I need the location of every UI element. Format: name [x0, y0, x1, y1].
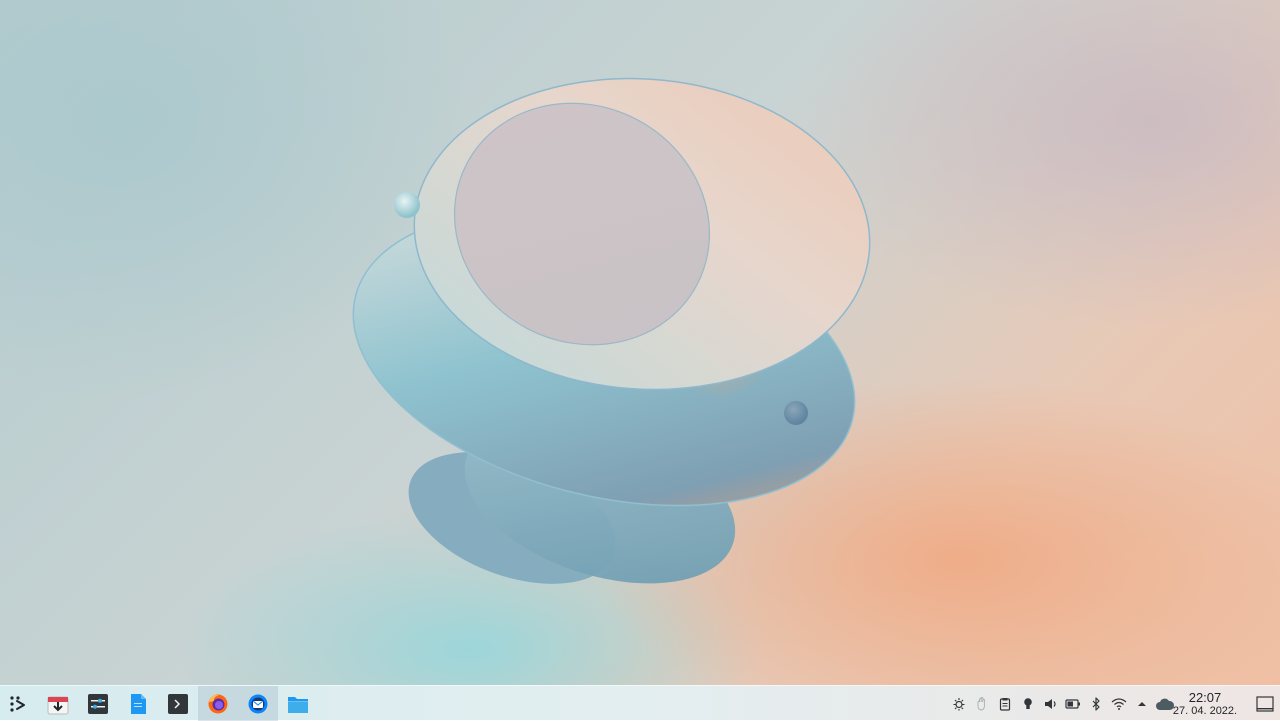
- digital-clock[interactable]: 22:07 27. 04. 2022.: [1170, 686, 1240, 721]
- task-thunderbird[interactable]: [238, 686, 278, 721]
- folder-icon: [288, 696, 308, 713]
- terminal-icon: [168, 693, 188, 714]
- clipboard-icon[interactable]: [994, 686, 1017, 721]
- task-software-center[interactable]: [38, 686, 78, 721]
- expand-arrow-icon[interactable]: [1130, 686, 1153, 721]
- application-launcher-icon[interactable]: [0, 686, 36, 721]
- wallpaper-art: [352, 77, 871, 584]
- thunderbird-icon: [248, 694, 268, 713]
- notifications-icon[interactable]: [948, 686, 971, 721]
- task-text-editor[interactable]: [118, 686, 158, 721]
- night-color-icon[interactable]: [1016, 686, 1039, 721]
- task-system-settings[interactable]: [78, 686, 118, 721]
- show-desktop-icon: [1256, 695, 1274, 712]
- settings-icon: [88, 693, 108, 714]
- task-terminal[interactable]: [158, 686, 198, 721]
- taskbar: 22:07 27. 04. 2022.: [0, 685, 1280, 721]
- document-icon: [131, 693, 146, 714]
- discover-icon: [47, 696, 69, 714]
- task-firefox[interactable]: [198, 686, 238, 721]
- show-desktop-button[interactable]: [1250, 686, 1280, 721]
- clock-date: 27. 04. 2022.: [1172, 704, 1238, 717]
- bluetooth-icon[interactable]: [1085, 686, 1108, 721]
- battery-icon[interactable]: [1062, 686, 1085, 721]
- clock-time: 22:07: [1188, 689, 1222, 705]
- task-file-manager[interactable]: [278, 686, 318, 721]
- desktop-wallpaper[interactable]: [0, 0, 1280, 685]
- wifi-icon[interactable]: [1108, 686, 1131, 721]
- system-tray: [948, 686, 1176, 721]
- firefox-icon: [208, 694, 228, 713]
- task-manager: [38, 686, 318, 721]
- volume-icon[interactable]: [1039, 686, 1062, 721]
- touchpad-icon[interactable]: [971, 686, 994, 721]
